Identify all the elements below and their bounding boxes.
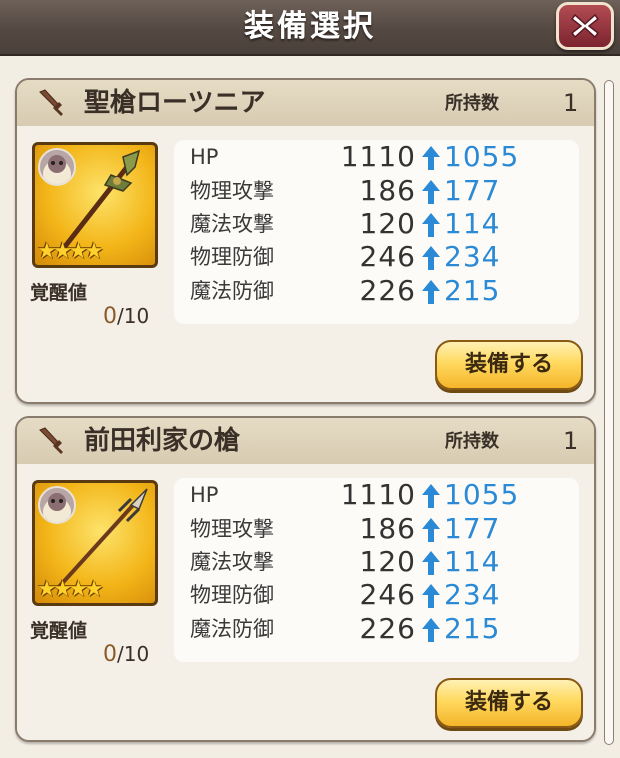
arrow-up-icon: [422, 146, 440, 170]
stat-label: 魔法攻撃: [190, 212, 274, 236]
rarity-stars: ★★★★: [37, 577, 104, 602]
stat-label: 物理防御: [190, 245, 274, 269]
stat-row-phys-atk: 物理攻撃 186 177: [174, 512, 579, 546]
arrow-up-icon: [422, 618, 440, 642]
stat-new: 177: [444, 512, 501, 545]
arrow-up-icon: [422, 484, 440, 508]
arrow-up-icon: [422, 584, 440, 608]
equip-button[interactable]: 装備する: [435, 678, 583, 728]
equip-button[interactable]: 装備する: [435, 340, 583, 390]
arrow-up-icon: [422, 518, 440, 542]
awaken-label: 覚醒値: [30, 282, 88, 304]
awaken-current: 0: [103, 304, 117, 329]
stat-row-mag-atk: 魔法攻撃 120 114: [174, 207, 579, 241]
stat-row-hp: HP 1110 1055: [174, 140, 579, 174]
item-name: 前田利家の槍: [84, 426, 241, 456]
close-button[interactable]: [556, 2, 614, 50]
stat-new: 215: [444, 612, 501, 645]
sword-icon: [39, 89, 63, 116]
stat-label: HP: [190, 145, 219, 169]
awaken-label: 覚醒値: [30, 620, 88, 642]
stat-row-phys-def: 物理防御 246 234: [174, 240, 579, 274]
character-portrait: [38, 148, 76, 186]
stat-current: 1110: [340, 140, 416, 173]
stat-row-mag-def: 魔法防御 226 215: [174, 274, 579, 308]
stat-current: 226: [359, 274, 416, 307]
arrow-up-icon: [422, 180, 440, 204]
stat-row-phys-def: 物理防御 246 234: [174, 578, 579, 612]
awaken-current: 0: [103, 642, 117, 667]
stat-label: 物理攻撃: [190, 179, 274, 203]
weapon-image[interactable]: ★★★★: [32, 480, 158, 606]
rarity-stars: ★★★★: [37, 239, 104, 264]
arrow-up-icon: [422, 213, 440, 237]
item-name: 聖槍ローツニア: [84, 88, 266, 118]
stat-new: 234: [444, 578, 501, 611]
arrow-up-icon: [422, 280, 440, 304]
stat-row-mag-def: 魔法防御 226 215: [174, 612, 579, 646]
awaken-value: 0/10: [103, 642, 163, 667]
stat-current: 186: [359, 174, 416, 207]
stat-new: 215: [444, 274, 501, 307]
sword-icon: [39, 427, 63, 454]
stat-current: 120: [359, 207, 416, 240]
stat-new: 114: [444, 545, 501, 578]
stats-panel: HP 1110 1055 物理攻撃 186 177 魔法攻撃 120 114 物…: [174, 140, 579, 324]
stat-new: 177: [444, 174, 501, 207]
stat-label: 物理防御: [190, 583, 274, 607]
owned-label: 所持数: [445, 93, 499, 114]
awaken-max: /10: [117, 642, 150, 666]
stat-new: 1055: [444, 140, 520, 173]
stat-row-phys-atk: 物理攻撃 186 177: [174, 174, 579, 208]
stat-new: 1055: [444, 478, 520, 511]
stat-current: 186: [359, 512, 416, 545]
stat-label: HP: [190, 483, 219, 507]
card-body: ★★★★ 覚醒値 0/10 HP 1110 1055 物理攻撃 186 177 …: [17, 464, 594, 740]
awaken-max: /10: [117, 304, 150, 328]
close-icon: [570, 13, 600, 39]
equipment-card-2[interactable]: 前田利家の槍 所持数 1 ★★★★ 覚醒値 0/10 HP 1110 1055 …: [15, 416, 596, 742]
character-portrait: [38, 486, 76, 524]
stat-current: 1110: [340, 478, 416, 511]
title-bar: 装備選択: [0, 0, 620, 56]
stat-label: 魔法防御: [190, 279, 274, 303]
stats-panel: HP 1110 1055 物理攻撃 186 177 魔法攻撃 120 114 物…: [174, 478, 579, 662]
card-header: 前田利家の槍 所持数 1: [17, 418, 594, 464]
weapon-image[interactable]: ★★★★: [32, 142, 158, 268]
stat-current: 226: [359, 612, 416, 645]
card-body: ★★★★ 覚醒値 0/10 HP 1110 1055 物理攻撃 186 177 …: [17, 126, 594, 402]
owned-count: 1: [563, 427, 579, 455]
equipment-card-1[interactable]: 聖槍ローツニア 所持数 1 ★★★★ 覚醒値 0/10 HP 1110 1055…: [15, 78, 596, 404]
arrow-up-icon: [422, 551, 440, 575]
stat-current: 246: [359, 578, 416, 611]
stat-current: 120: [359, 545, 416, 578]
stat-current: 246: [359, 240, 416, 273]
stat-row-hp: HP 1110 1055: [174, 478, 579, 512]
stat-label: 魔法防御: [190, 617, 274, 641]
stat-new: 114: [444, 207, 501, 240]
stat-new: 234: [444, 240, 501, 273]
owned-count: 1: [563, 89, 579, 117]
page-title: 装備選択: [244, 9, 376, 44]
arrow-up-icon: [422, 246, 440, 270]
stat-label: 物理攻撃: [190, 517, 274, 541]
card-header: 聖槍ローツニア 所持数 1: [17, 80, 594, 126]
stat-label: 魔法攻撃: [190, 550, 274, 574]
stat-row-mag-atk: 魔法攻撃 120 114: [174, 545, 579, 579]
scrollbar[interactable]: [604, 80, 614, 745]
owned-label: 所持数: [445, 431, 499, 452]
awaken-value: 0/10: [103, 304, 163, 329]
